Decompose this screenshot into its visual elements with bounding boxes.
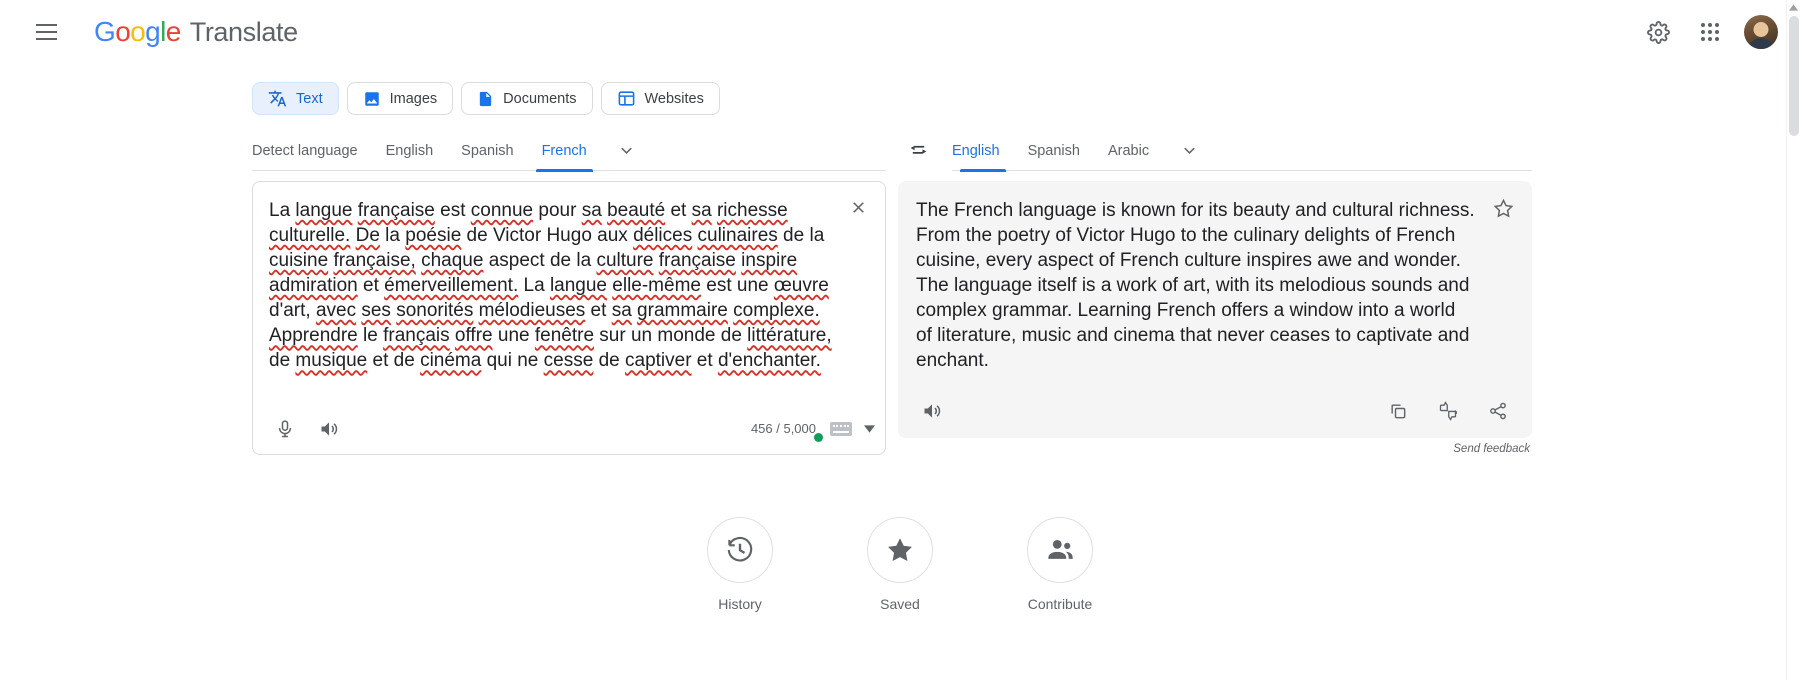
mode-tabs: Text Images Documents Websites — [0, 82, 1800, 115]
tab-text-label: Text — [296, 91, 323, 107]
keyboard-icon[interactable] — [830, 422, 852, 436]
website-icon — [617, 89, 636, 108]
target-language-bar: English Spanish Arabic — [898, 131, 1532, 171]
hamburger-menu-icon[interactable] — [22, 8, 70, 56]
thumbs-feedback-icon[interactable] — [1430, 393, 1466, 429]
source-textarea-box[interactable]: La langue française est connue pour sa b… — [252, 181, 886, 455]
target-lang-arabic[interactable]: Arabic — [1094, 131, 1163, 171]
avatar[interactable] — [1744, 15, 1778, 49]
tab-images-label: Images — [390, 91, 438, 107]
translation-output-wrapper: The French language is known for its bea… — [898, 181, 1532, 455]
microphone-icon[interactable] — [267, 411, 303, 447]
tab-documents-label: Documents — [503, 91, 576, 107]
scroll-up-arrow-icon[interactable] — [1787, 0, 1800, 14]
brand-logo[interactable]: Google Translate — [94, 16, 298, 48]
speaker-icon[interactable] — [311, 411, 347, 447]
tab-websites[interactable]: Websites — [601, 82, 720, 115]
language-bars: Detect language English Spanish French E… — [0, 131, 1800, 171]
product-name: Translate — [190, 17, 298, 48]
gear-icon[interactable] — [1634, 8, 1682, 56]
source-lang-spanish[interactable]: Spanish — [447, 131, 527, 171]
source-lang-english[interactable]: English — [372, 131, 448, 171]
quick-actions: History Saved Contribute — [0, 517, 1800, 612]
tab-images[interactable]: Images — [347, 82, 454, 115]
saved-button[interactable]: Saved — [854, 517, 946, 612]
menu-bar-3 — [36, 38, 57, 40]
saved-label: Saved — [880, 596, 920, 612]
menu-bar-2 — [36, 31, 57, 33]
star-outline-icon[interactable] — [1486, 191, 1520, 225]
image-icon — [363, 90, 381, 108]
contribute-label: Contribute — [1028, 596, 1093, 612]
output-speaker-icon[interactable] — [914, 393, 950, 429]
output-actions — [1380, 393, 1516, 429]
menu-bar-1 — [36, 24, 57, 26]
share-icon[interactable] — [1480, 393, 1516, 429]
target-lang-spanish[interactable]: Spanish — [1014, 131, 1094, 171]
contribute-button[interactable]: Contribute — [1014, 517, 1106, 612]
star-filled-icon — [867, 517, 933, 583]
app-header: Google Translate — [0, 0, 1800, 64]
people-icon — [1027, 517, 1093, 583]
translate-panels: La langue française est connue pour sa b… — [0, 181, 1800, 455]
translation-output-box: The French language is known for its bea… — [898, 181, 1532, 438]
page-scrollbar[interactable] — [1786, 0, 1800, 680]
character-count: 456 / 5,000 — [751, 421, 816, 436]
source-language-tabs: Detect language English Spanish French — [252, 131, 886, 171]
translate-text-icon — [268, 89, 287, 108]
source-lang-french[interactable]: French — [528, 131, 601, 171]
source-language-bar: Detect language English Spanish French — [252, 131, 886, 171]
source-toolbar: 456 / 5,000 — [253, 404, 885, 454]
tab-websites-label: Websites — [645, 91, 704, 107]
swap-languages-icon[interactable] — [898, 131, 938, 171]
caret-down-icon[interactable] — [864, 425, 875, 433]
tab-documents[interactable]: Documents — [461, 82, 592, 115]
history-clock-icon — [707, 517, 773, 583]
document-icon — [477, 90, 494, 108]
header-actions — [1634, 8, 1778, 56]
translated-text: The French language is known for its bea… — [898, 181, 1532, 384]
status-badge — [814, 433, 823, 442]
scroll-thumb[interactable] — [1789, 16, 1799, 136]
output-toolbar — [898, 384, 1532, 438]
send-feedback-link[interactable]: Send feedback — [898, 443, 1532, 455]
source-lang-detect[interactable]: Detect language — [252, 131, 372, 171]
target-language-chevron-down-icon[interactable] — [1171, 133, 1207, 169]
close-icon[interactable] — [841, 190, 875, 224]
history-label: History — [718, 596, 762, 612]
copy-icon[interactable] — [1380, 393, 1416, 429]
source-language-chevron-down-icon[interactable] — [609, 133, 645, 169]
target-language-tabs: English Spanish Arabic — [952, 131, 1532, 171]
apps-grid-icon[interactable] — [1686, 8, 1734, 56]
apps-grid-dots — [1701, 23, 1719, 41]
google-wordmark: Google — [94, 16, 181, 48]
target-lang-english[interactable]: English — [952, 131, 1014, 171]
history-button[interactable]: History — [694, 517, 786, 612]
source-text[interactable]: La langue française est connue pour sa b… — [253, 182, 885, 384]
tab-text[interactable]: Text — [252, 82, 339, 115]
